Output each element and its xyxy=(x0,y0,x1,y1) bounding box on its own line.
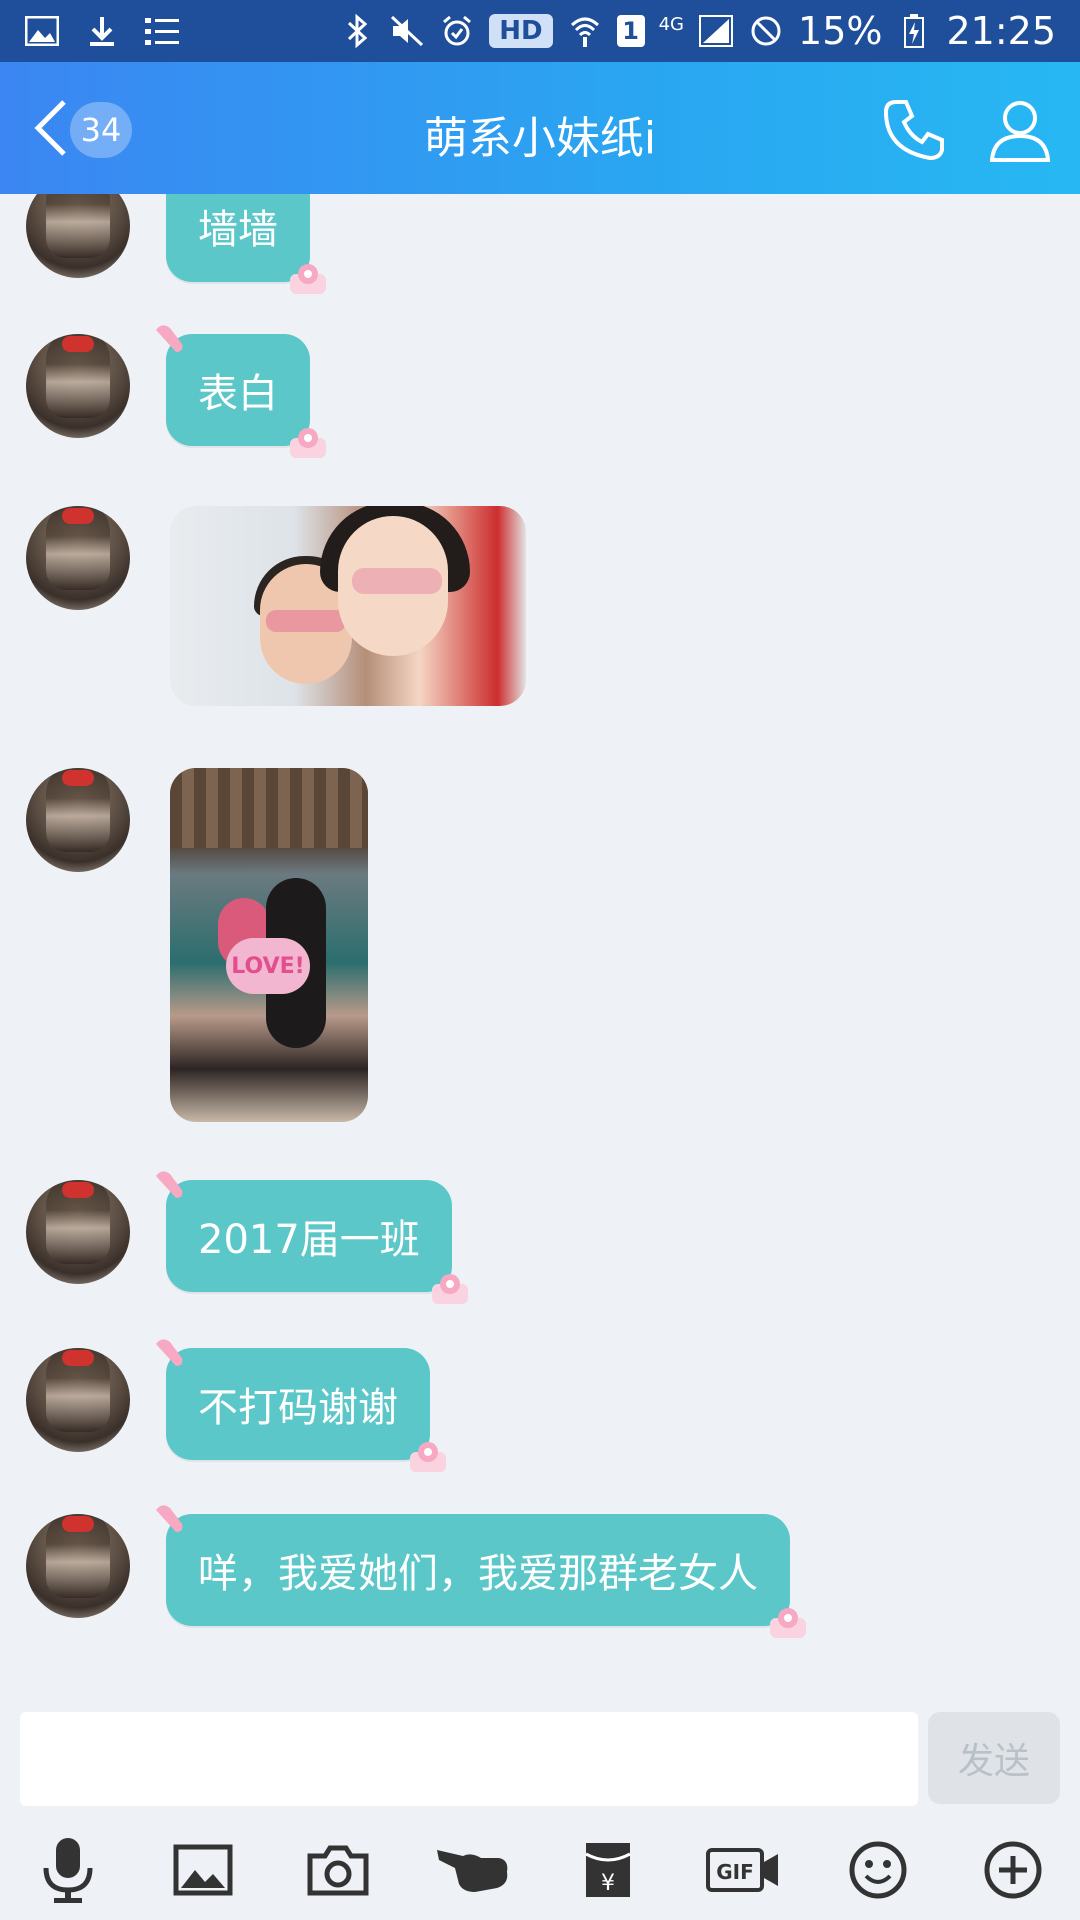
avatar[interactable] xyxy=(26,1348,130,1452)
message-text: 2017届一班 xyxy=(198,1217,420,1263)
status-notifications xyxy=(24,13,180,49)
avatar[interactable] xyxy=(26,768,130,872)
message-text: 不打码谢谢 xyxy=(198,1385,398,1431)
photo-message[interactable] xyxy=(170,506,526,706)
avatar[interactable] xyxy=(26,194,130,278)
composer-toolbar: ¥ GIF xyxy=(0,1820,1080,1920)
handset-sticker-icon xyxy=(156,1339,183,1366)
avatar[interactable] xyxy=(26,334,130,438)
handset-sticker-icon xyxy=(156,325,183,352)
wifi-icon xyxy=(567,13,603,49)
list-notification-icon xyxy=(144,13,180,49)
telephone-sticker-icon xyxy=(410,1442,446,1472)
svg-text:GIF: GIF xyxy=(716,1860,754,1884)
avatar[interactable] xyxy=(26,1514,130,1618)
red-packet-icon: ¥ xyxy=(584,1843,631,1897)
message-text: 表白 xyxy=(198,371,278,417)
poke-icon xyxy=(436,1850,507,1892)
status-bar: HD 1 4G 15% 21:25 xyxy=(0,0,1080,62)
telephone-sticker-icon xyxy=(431,1274,468,1304)
microphone-icon xyxy=(43,1838,92,1903)
telephone-sticker-icon xyxy=(770,1608,806,1638)
message-text: 墙墙 xyxy=(198,207,278,253)
user-icon xyxy=(989,101,1051,162)
svg-text:¥: ¥ xyxy=(601,1871,615,1896)
message-bubble[interactable]: 墙墙 xyxy=(166,194,326,294)
poke-button[interactable] xyxy=(435,1832,511,1908)
plus-icon xyxy=(984,1841,1041,1899)
gallery-notification-icon xyxy=(24,13,60,49)
chat-message-list[interactable]: 墙墙 表白 LOVE! 2017届一班 不打码谢谢 咩，我爱她们，我爱那群老女人 xyxy=(0,194,1080,1704)
image-icon xyxy=(173,1844,232,1896)
emoji-icon xyxy=(849,1841,906,1899)
bluetooth-icon xyxy=(339,13,375,49)
voice-button[interactable] xyxy=(30,1832,106,1908)
more-button[interactable] xyxy=(975,1832,1051,1908)
profile-button[interactable] xyxy=(988,98,1052,162)
camera-icon xyxy=(307,1845,368,1896)
sim-slot-badge: 1 xyxy=(616,15,645,47)
avatar[interactable] xyxy=(26,506,130,610)
phone-icon xyxy=(883,100,944,161)
hd-badge: HD xyxy=(489,14,553,48)
message-bubble[interactable]: 2017届一班 xyxy=(156,1171,468,1304)
phone-call-button[interactable] xyxy=(882,98,946,162)
alarm-icon xyxy=(439,13,475,49)
send-button[interactable]: 发送 xyxy=(928,1712,1060,1804)
clock: 21:25 xyxy=(946,9,1056,53)
photo-message[interactable]: LOVE! xyxy=(170,768,368,1122)
telephone-sticker-icon xyxy=(290,428,326,458)
gif-button[interactable]: GIF xyxy=(705,1832,781,1908)
mute-icon xyxy=(389,13,425,49)
message-bubble[interactable]: 咩，我爱她们，我爱那群老女人 xyxy=(156,1505,806,1638)
network-type-label: 4G xyxy=(658,13,685,35)
avatar[interactable] xyxy=(26,1180,130,1284)
handset-sticker-icon xyxy=(156,1171,183,1198)
status-indicators: HD 1 4G 15% 21:25 xyxy=(339,9,1056,53)
red-packet-button[interactable]: ¥ xyxy=(570,1832,646,1908)
message-text: 咩，我爱她们，我爱那群老女人 xyxy=(198,1551,758,1597)
chat-header: 34 萌系小妹纸i xyxy=(0,62,1080,194)
telephone-sticker-icon xyxy=(290,264,326,294)
do-not-disturb-icon xyxy=(748,13,784,49)
battery-icon xyxy=(896,13,932,49)
emoji-button[interactable] xyxy=(840,1832,916,1908)
message-bubble[interactable]: 不打码谢谢 xyxy=(156,1339,446,1472)
image-button[interactable] xyxy=(165,1832,241,1908)
handset-sticker-icon xyxy=(156,1505,183,1532)
love-sticker: LOVE! xyxy=(226,938,310,994)
composer: 发送 ¥ GIF xyxy=(0,1704,1080,1920)
message-input[interactable] xyxy=(20,1712,918,1806)
signal-icon xyxy=(698,13,734,49)
gif-icon: GIF xyxy=(705,1848,778,1892)
download-icon xyxy=(84,13,120,49)
message-bubble[interactable]: 表白 xyxy=(156,325,326,458)
battery-percent: 15% xyxy=(798,9,883,53)
camera-button[interactable] xyxy=(300,1832,376,1908)
